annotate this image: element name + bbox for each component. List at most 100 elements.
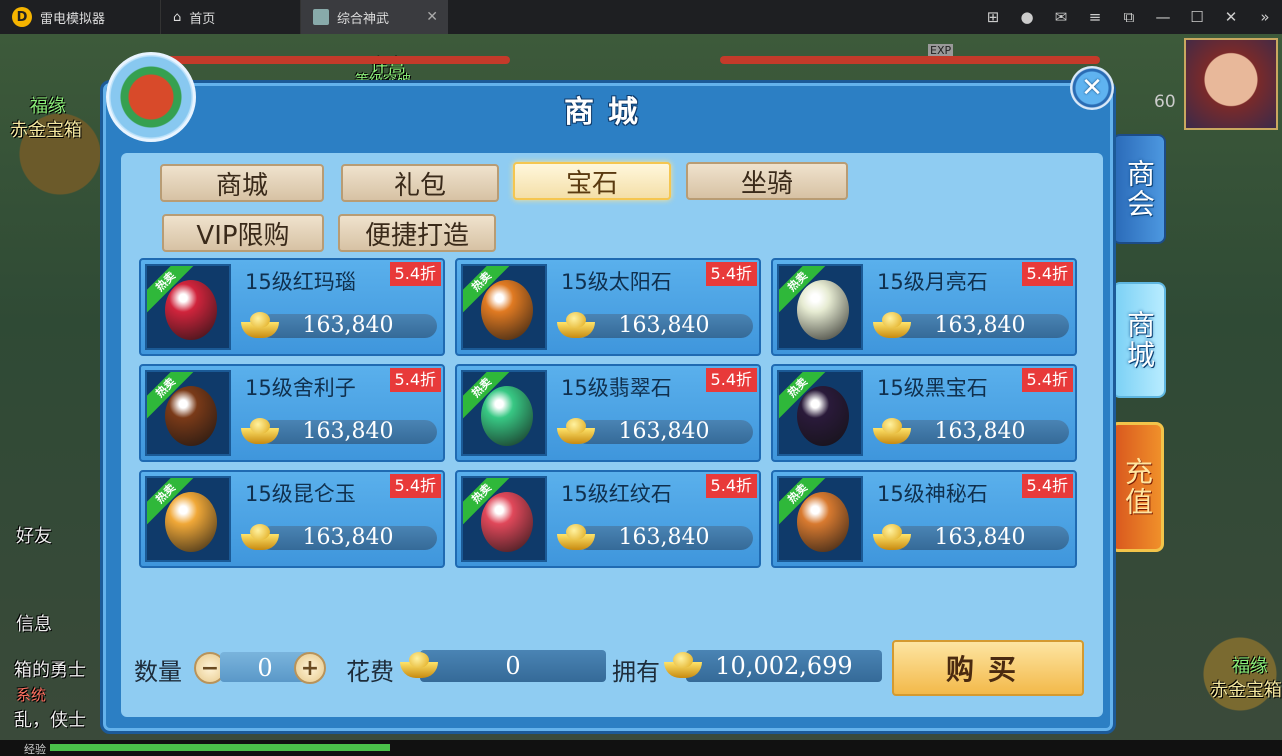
side-tab-recharge[interactable]: 充值 (1110, 422, 1164, 552)
gem-thumbnail: 热卖 (145, 370, 231, 456)
product-price: 163,840 (575, 420, 753, 444)
side-tab-shop[interactable]: 商城 (1112, 282, 1166, 398)
decor-rope-left (150, 56, 510, 64)
product-name: 15级红纹石 (561, 482, 672, 506)
messages-label[interactable]: 信息 (16, 610, 52, 636)
tab-quick-craft[interactable]: 便捷打造 (338, 214, 496, 252)
close-shop-button[interactable]: ✕ (1070, 66, 1114, 110)
gold-ingot-icon (239, 522, 281, 552)
tab-home-label: 首页 (189, 11, 216, 27)
shop-title: 商城 (564, 95, 652, 130)
close-window-icon[interactable]: ✕ (1214, 0, 1248, 34)
product-card[interactable]: 热卖 15级月亮石 5.4折 163,840 (771, 258, 1077, 356)
exp-bar: 经验 (0, 740, 1282, 756)
discount-badge: 5.4折 (1021, 474, 1073, 498)
crop-icon[interactable]: ⧉ (1112, 0, 1146, 34)
product-card[interactable]: 热卖 15级黑宝石 5.4折 163,840 (771, 364, 1077, 462)
cost-label: 花费 (346, 658, 394, 686)
tab-mounts[interactable]: 坐骑 (686, 162, 848, 200)
gem-icon (165, 386, 217, 446)
gem-icon (481, 492, 533, 552)
product-card[interactable]: 热卖 15级红玛瑙 5.4折 163,840 (139, 258, 445, 356)
bg-fortune-label: 福缘 (30, 96, 66, 117)
tab-game-label: 综合神武 (337, 11, 390, 27)
gold-ingot-icon (871, 310, 913, 340)
chat-line-system: 系统 (16, 686, 47, 704)
gold-ingot-icon (239, 416, 281, 446)
emulator-titlebar: D 雷电模拟器 ⌂ 首页 综合神武 ✕ ⊞ ● ✉ ≡ ⧉ — ☐ ✕ » (0, 0, 1282, 34)
tab-gems[interactable]: 宝石 (513, 162, 671, 200)
tab-game[interactable]: 综合神武 ✕ (300, 0, 448, 34)
account-icon[interactable]: ● (1010, 0, 1044, 34)
product-name: 15级红玛瑙 (245, 270, 356, 294)
product-card[interactable]: 热卖 15级红纹石 5.4折 163,840 (455, 470, 761, 568)
product-card[interactable]: 热卖 15级神秘石 5.4折 163,840 (771, 470, 1077, 568)
product-price: 163,840 (259, 420, 437, 444)
product-price: 163,840 (259, 314, 437, 338)
window-controls: ⊞ ● ✉ ≡ ⧉ — ☐ ✕ » (976, 0, 1282, 34)
emulator-app-name: 雷电模拟器 (40, 11, 106, 27)
discount-badge: 5.4折 (389, 262, 441, 286)
maximize-icon[interactable]: ☐ (1180, 0, 1214, 34)
gamepad-icon[interactable]: ⊞ (976, 0, 1010, 34)
product-name: 15级昆仑玉 (245, 482, 356, 506)
emulator-logo-icon: D (12, 7, 32, 27)
product-card[interactable]: 热卖 15级翡翠石 5.4折 163,840 (455, 364, 761, 462)
tab-shop[interactable]: 商城 (160, 164, 324, 202)
decor-rope-right (720, 56, 1100, 64)
gem-icon (481, 386, 533, 446)
bg-chest-label: 赤金宝箱 (10, 120, 82, 141)
tab-vip[interactable]: VIP限购 (162, 214, 324, 252)
discount-badge: 5.4折 (705, 262, 757, 286)
cost-value: 0 (420, 650, 606, 682)
gem-icon (797, 386, 849, 446)
gem-icon (797, 492, 849, 552)
gold-ingot-icon (662, 650, 704, 680)
product-card[interactable]: 热卖 15级舍利子 5.4折 163,840 (139, 364, 445, 462)
minimize-icon[interactable]: — (1146, 0, 1180, 34)
friends-label[interactable]: 好友 (16, 522, 52, 548)
gold-ingot-icon (871, 522, 913, 552)
close-tab-icon[interactable]: ✕ (426, 9, 438, 25)
gem-thumbnail: 热卖 (461, 476, 547, 562)
gem-icon (165, 492, 217, 552)
product-name: 15级月亮石 (877, 270, 988, 294)
gold-ingot-icon (555, 522, 597, 552)
product-name: 15级黑宝石 (877, 376, 988, 400)
tab-home[interactable]: ⌂ 首页 (160, 0, 300, 34)
player-level: 60 (1154, 92, 1176, 112)
shop-emblem-icon (106, 52, 196, 142)
tab-gift-pack[interactable]: 礼包 (341, 164, 499, 202)
gold-ingot-icon (871, 416, 913, 446)
side-tab-guild[interactable]: 商会 (1112, 134, 1166, 244)
discount-badge: 5.4折 (705, 474, 757, 498)
player-portrait[interactable] (1184, 38, 1278, 130)
menu-icon[interactable]: ≡ (1078, 0, 1112, 34)
gem-thumbnail: 热卖 (461, 370, 547, 456)
buy-button[interactable]: 购买 (892, 640, 1084, 696)
gem-thumbnail: 热卖 (461, 264, 547, 350)
product-price: 163,840 (891, 526, 1069, 550)
gold-ingot-icon (555, 416, 597, 446)
product-card[interactable]: 热卖 15级太阳石 5.4折 163,840 (455, 258, 761, 356)
home-icon: ⌂ (173, 9, 182, 25)
product-price: 163,840 (259, 526, 437, 550)
gold-ingot-icon (239, 310, 281, 340)
discount-badge: 5.4折 (1021, 262, 1073, 286)
quantity-label: 数量 (134, 658, 182, 686)
product-name: 15级翡翠石 (561, 376, 672, 400)
gold-ingot-icon (398, 650, 440, 680)
product-price: 163,840 (575, 314, 753, 338)
gem-thumbnail: 热卖 (145, 264, 231, 350)
gold-ingot-icon (555, 310, 597, 340)
gem-thumbnail: 热卖 (777, 476, 863, 562)
product-price: 163,840 (891, 420, 1069, 444)
chat-line-2: 乱，侠士 (14, 710, 86, 731)
gem-icon (165, 280, 217, 340)
mail-icon[interactable]: ✉ (1044, 0, 1078, 34)
gem-icon (797, 280, 849, 340)
product-card[interactable]: 热卖 15级昆仑玉 5.4折 163,840 (139, 470, 445, 568)
sidebar-toggle-icon[interactable]: » (1248, 0, 1282, 34)
chat-line-1: 箱的勇士 (14, 660, 86, 681)
increase-quantity-button[interactable]: + (294, 652, 326, 684)
